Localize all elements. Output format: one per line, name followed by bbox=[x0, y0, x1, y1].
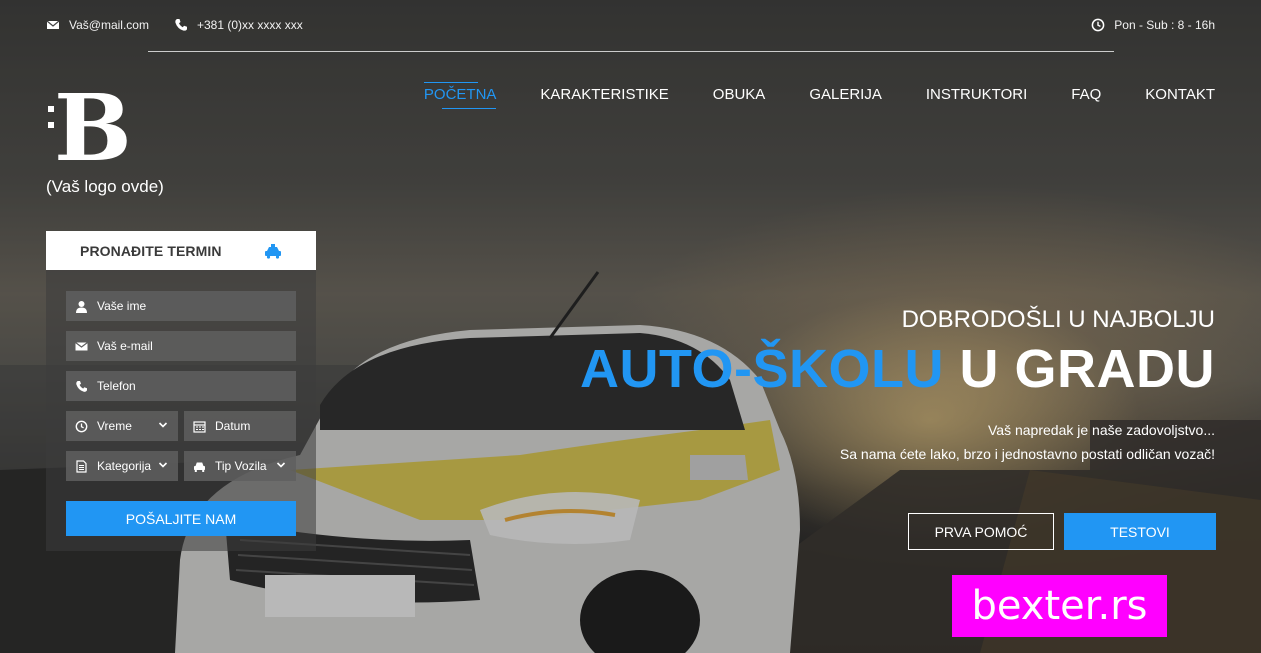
envelope-icon bbox=[46, 20, 60, 29]
name-placeholder: Vaše ime bbox=[97, 299, 147, 313]
site-logo[interactable]: B (Vaš logo ovde) bbox=[46, 74, 176, 197]
car-icon bbox=[194, 462, 205, 472]
headline-highlight: AUTO-ŠKOLU bbox=[579, 339, 944, 399]
nav-item-instruktori[interactable]: INSTRUKTORI bbox=[926, 86, 1027, 107]
nav-item-pocetna[interactable]: POČETNA bbox=[423, 82, 496, 109]
hero-headline: AUTO-ŠKOLU U GRADU bbox=[580, 338, 1215, 400]
email-field[interactable]: Vaš e-mail bbox=[66, 331, 296, 361]
topbar-divider bbox=[148, 51, 1114, 52]
name-field[interactable]: Vaše ime bbox=[66, 291, 296, 321]
main-navigation: POČETNA KARAKTERISTIKE OBUKA GALERIJA IN… bbox=[423, 82, 1215, 109]
booking-form-title: PRONAĐITE TERMIN bbox=[80, 242, 222, 259]
first-aid-button[interactable]: PRVA POMOĆ bbox=[908, 513, 1054, 550]
email-text: Vaš@mail.com bbox=[69, 18, 149, 32]
chevron-down-icon bbox=[276, 462, 286, 468]
top-info-bar: Vaš@mail.com +381 (0)xx xxxx xxx Pon - S… bbox=[0, 0, 1261, 52]
watermark-badge: bexter.rs bbox=[952, 575, 1167, 637]
phone-text: +381 (0)xx xxxx xxx bbox=[197, 18, 303, 32]
hours-text: Pon - Sub : 8 - 16h bbox=[1114, 18, 1215, 32]
nav-item-obuka[interactable]: OBUKA bbox=[713, 86, 766, 107]
time-label: Vreme bbox=[97, 419, 132, 433]
logo-mark: B bbox=[48, 74, 132, 182]
user-icon bbox=[76, 300, 87, 313]
phone-field[interactable]: Telefon bbox=[66, 371, 296, 401]
clock-icon bbox=[1091, 18, 1105, 32]
submit-button[interactable]: POŠALJITE NAM bbox=[66, 501, 296, 536]
hours-info: Pon - Sub : 8 - 16h bbox=[1091, 18, 1215, 32]
date-label: Datum bbox=[215, 419, 251, 433]
envelope-icon bbox=[75, 341, 88, 350]
category-label: Kategorija bbox=[97, 459, 152, 473]
clock-icon bbox=[75, 420, 88, 432]
headline-rest: U GRADU bbox=[959, 339, 1215, 399]
phone-placeholder: Telefon bbox=[97, 379, 136, 393]
email-info[interactable]: Vaš@mail.com bbox=[46, 18, 149, 32]
phone-icon bbox=[76, 380, 87, 392]
category-select[interactable]: Kategorija bbox=[66, 451, 178, 481]
phone-info[interactable]: +381 (0)xx xxxx xxx bbox=[174, 18, 303, 32]
email-placeholder: Vaš e-mail bbox=[97, 339, 153, 353]
tests-button[interactable]: TESTOVI bbox=[1064, 513, 1216, 550]
vehicle-type-select[interactable]: Tip Vozila bbox=[184, 451, 296, 481]
document-icon bbox=[76, 459, 87, 473]
chevron-down-icon bbox=[158, 462, 168, 468]
nav-item-galerija[interactable]: GALERIJA bbox=[809, 86, 882, 107]
hero-welcome: DOBRODOŠLI U NAJBOLJU bbox=[901, 306, 1215, 333]
nav-item-faq[interactable]: FAQ bbox=[1071, 86, 1101, 107]
time-select[interactable]: Vreme bbox=[66, 411, 178, 441]
hero-subtitle-1: Vaš napredak je naše zadovoljstvo... bbox=[988, 422, 1215, 438]
phone-icon bbox=[175, 19, 187, 31]
booking-form: PRONAĐITE TERMIN Vaše ime Vaš e-mail Tel… bbox=[46, 231, 316, 551]
logo-caption: (Vaš logo ovde) bbox=[46, 177, 164, 196]
nav-item-karakteristike[interactable]: KARAKTERISTIKE bbox=[540, 86, 668, 107]
hero-subtitle-2: Sa nama ćete lako, brzo i jednostavno po… bbox=[839, 446, 1215, 462]
booking-form-header: PRONAĐITE TERMIN bbox=[46, 231, 316, 270]
nav-item-kontakt[interactable]: KONTAKT bbox=[1145, 86, 1215, 107]
vehicle-type-label: Tip Vozila bbox=[215, 459, 267, 473]
calendar-icon bbox=[193, 420, 206, 433]
chevron-down-icon bbox=[158, 422, 168, 428]
date-field[interactable]: Datum bbox=[184, 411, 296, 441]
taxi-icon bbox=[265, 243, 281, 259]
svg-text:B: B bbox=[54, 80, 130, 170]
